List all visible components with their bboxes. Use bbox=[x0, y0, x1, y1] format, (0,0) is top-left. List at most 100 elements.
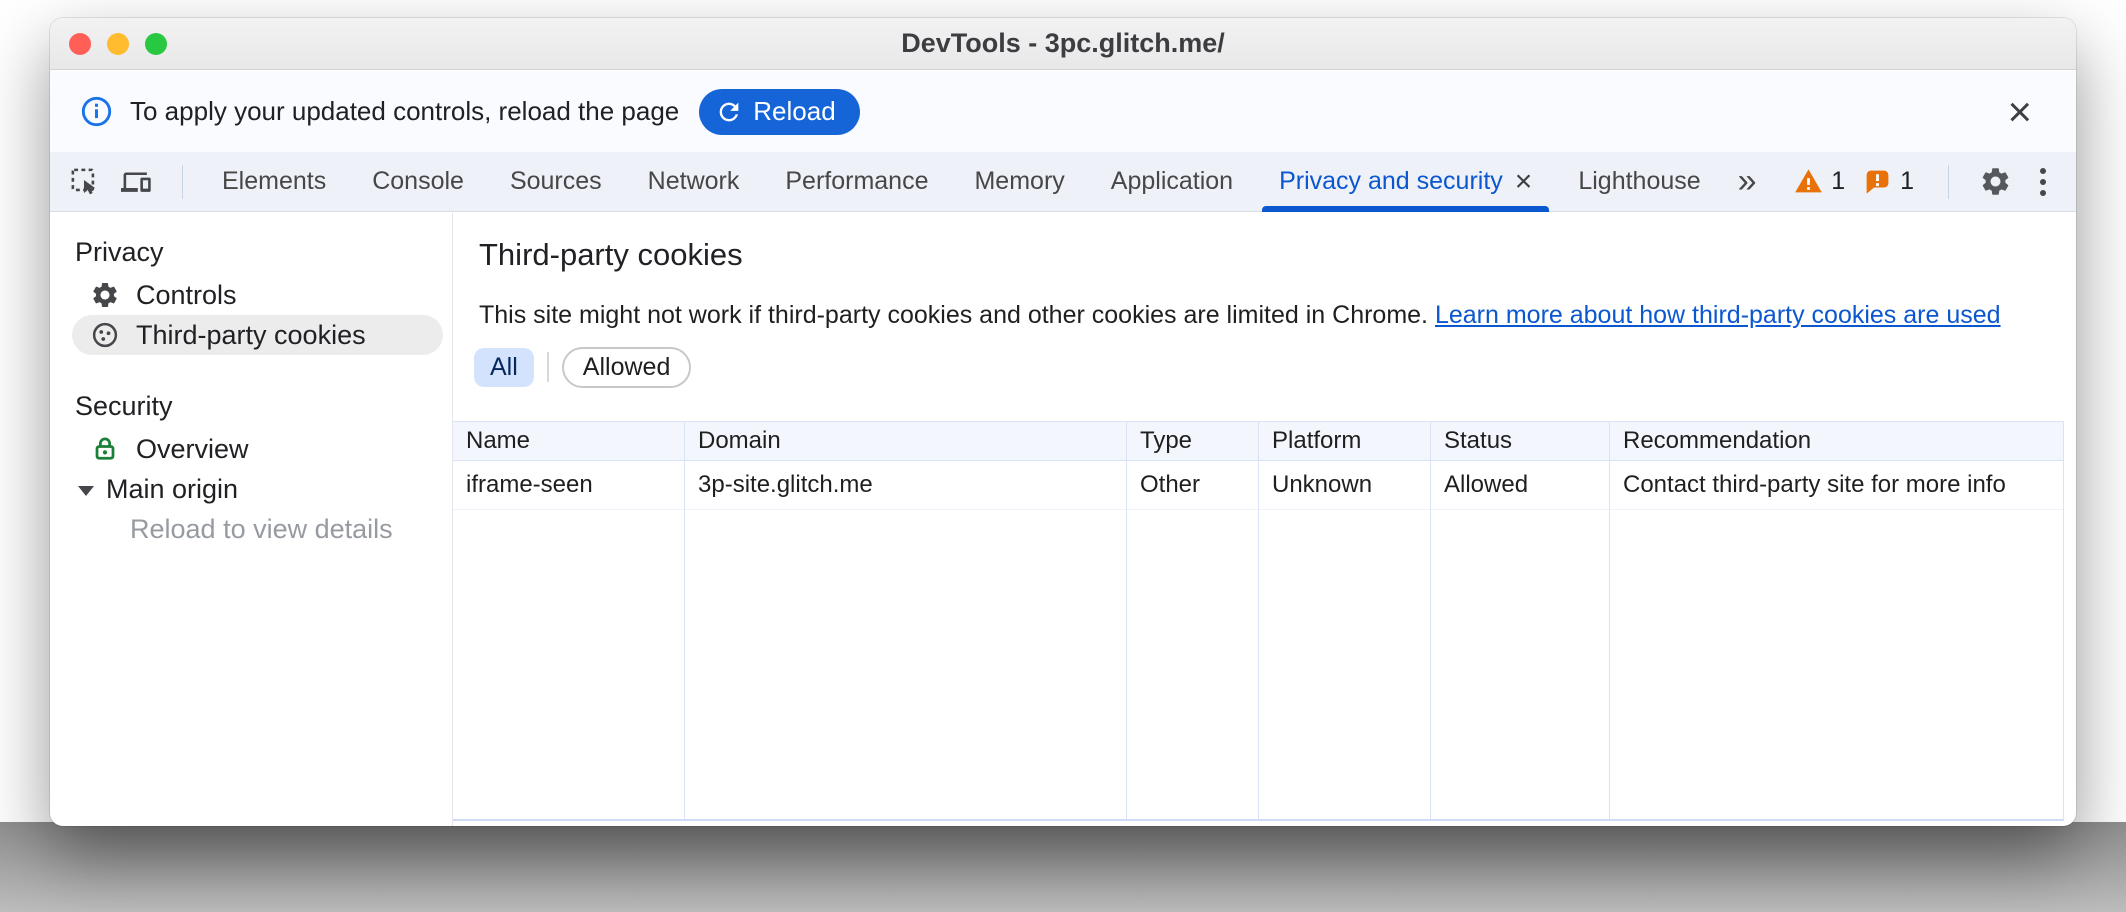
minimize-window-button[interactable] bbox=[107, 33, 129, 55]
tab-application[interactable]: Application bbox=[1088, 152, 1256, 211]
close-window-button[interactable] bbox=[69, 33, 91, 55]
dot-icon bbox=[2040, 168, 2046, 174]
tab-label: Privacy and security bbox=[1279, 167, 1503, 196]
reload-button[interactable]: Reload bbox=[699, 89, 859, 135]
window-title: DevTools - 3pc.glitch.me/ bbox=[50, 18, 2076, 69]
column-header-type[interactable]: Type bbox=[1127, 422, 1259, 461]
table-filler-cell bbox=[453, 510, 685, 819]
sidebar-item-label: Controls bbox=[136, 280, 237, 311]
table-filler-cell bbox=[1127, 510, 1259, 819]
table-filler-cell bbox=[1259, 510, 1431, 819]
tab-label: Network bbox=[648, 167, 740, 196]
page-description: This site might not work if third-party … bbox=[479, 301, 2001, 330]
warning-triangle-icon bbox=[1794, 167, 1823, 196]
panel-body: Privacy Controls Third-party cookies Sec… bbox=[50, 213, 2076, 826]
cell-type[interactable]: Other bbox=[1127, 461, 1259, 510]
sidebar-spacer bbox=[50, 355, 452, 391]
cell-recommendation[interactable]: Contact third-party site for more info bbox=[1610, 461, 2063, 510]
more-tabs-chevron-icon[interactable]: » bbox=[1724, 162, 1769, 201]
cell-name[interactable]: iframe-seen bbox=[453, 461, 685, 510]
column-header-platform[interactable]: Platform bbox=[1259, 422, 1431, 461]
more-options-button[interactable] bbox=[2026, 162, 2060, 202]
zoom-window-button[interactable] bbox=[145, 33, 167, 55]
issue-count: 1 bbox=[1900, 167, 1914, 196]
privacy-sidebar: Privacy Controls Third-party cookies Sec… bbox=[50, 213, 453, 826]
column-header-recommendation[interactable]: Recommendation bbox=[1610, 422, 2063, 461]
sidebar-item-controls[interactable]: Controls bbox=[72, 275, 443, 315]
issues-badge[interactable]: 1 bbox=[1863, 167, 1914, 196]
sidebar-heading-security: Security bbox=[75, 391, 452, 429]
status-filter-chips: All Allowed bbox=[474, 347, 691, 387]
warnings-badge[interactable]: 1 bbox=[1794, 167, 1845, 196]
toolbar-divider bbox=[1948, 165, 1949, 199]
tab-label: Performance bbox=[785, 167, 928, 196]
issues-icon bbox=[1863, 167, 1892, 196]
reload-button-label: Reload bbox=[753, 96, 835, 127]
sidebar-reload-hint: Reload to view details bbox=[130, 509, 452, 549]
active-tab-underline bbox=[1262, 206, 1549, 212]
cell-platform[interactable]: Unknown bbox=[1259, 461, 1431, 510]
devtools-toolbar: Elements Console Sources Network Perform… bbox=[50, 152, 2076, 212]
column-header-status[interactable]: Status bbox=[1431, 422, 1610, 461]
tab-label: Application bbox=[1111, 167, 1233, 196]
column-header-domain[interactable]: Domain bbox=[685, 422, 1127, 461]
tree-item-label: Main origin bbox=[106, 474, 238, 505]
gear-icon bbox=[90, 280, 120, 310]
dot-icon bbox=[2040, 190, 2046, 196]
tab-lighthouse[interactable]: Lighthouse bbox=[1555, 152, 1723, 211]
filter-chip-label: All bbox=[490, 353, 518, 382]
device-toolbar-icon bbox=[121, 166, 152, 197]
column-header-name[interactable]: Name bbox=[453, 422, 685, 461]
sidebar-tree-main-origin[interactable]: Main origin bbox=[50, 469, 452, 509]
tab-label: Lighthouse bbox=[1578, 167, 1700, 196]
tab-label: Memory bbox=[974, 167, 1064, 196]
tab-network[interactable]: Network bbox=[625, 152, 763, 211]
device-toolbar-button[interactable] bbox=[114, 160, 158, 204]
filter-chip-allowed[interactable]: Allowed bbox=[562, 347, 692, 388]
devtools-window: DevTools - 3pc.glitch.me/ To apply your … bbox=[50, 18, 2076, 826]
cookies-table: Name Domain Type Platform Status Recomme… bbox=[453, 421, 2064, 821]
inspect-element-button[interactable] bbox=[62, 160, 106, 204]
settings-button[interactable] bbox=[1979, 165, 2012, 198]
tab-label: Sources bbox=[510, 167, 602, 196]
desktop-background bbox=[0, 822, 2126, 912]
traffic-lights bbox=[69, 33, 167, 55]
tab-console[interactable]: Console bbox=[349, 152, 487, 211]
sidebar-item-third-party-cookies[interactable]: Third-party cookies bbox=[72, 315, 443, 355]
table-filler-cell bbox=[685, 510, 1127, 819]
learn-more-link[interactable]: Learn more about how third-party cookies… bbox=[1435, 301, 2001, 329]
reload-infobar: To apply your updated controls, reload t… bbox=[50, 71, 2076, 152]
third-party-cookies-panel: Third-party cookies This site might not … bbox=[453, 213, 2076, 826]
tab-sources[interactable]: Sources bbox=[487, 152, 625, 211]
table-filler-cell bbox=[1610, 510, 2063, 819]
tab-privacy-and-security[interactable]: Privacy and security × bbox=[1256, 152, 1555, 211]
chevron-down-icon bbox=[78, 486, 94, 496]
cookie-icon bbox=[90, 320, 120, 350]
tab-close-icon[interactable]: × bbox=[1515, 167, 1533, 197]
sidebar-item-overview[interactable]: Overview bbox=[72, 429, 443, 469]
dot-icon bbox=[2040, 179, 2046, 185]
inspect-cursor-icon bbox=[69, 166, 100, 197]
infobar-message: To apply your updated controls, reload t… bbox=[130, 96, 679, 127]
warning-count: 1 bbox=[1831, 167, 1845, 196]
info-icon bbox=[80, 95, 113, 128]
sidebar-item-label: Overview bbox=[136, 434, 249, 465]
toolbar-right-cluster: 1 1 bbox=[1794, 162, 2076, 202]
tab-label: Elements bbox=[222, 167, 326, 196]
tab-performance[interactable]: Performance bbox=[762, 152, 951, 211]
tab-elements[interactable]: Elements bbox=[199, 152, 349, 211]
tab-memory[interactable]: Memory bbox=[951, 152, 1087, 211]
cell-status[interactable]: Allowed bbox=[1431, 461, 1610, 510]
reload-icon bbox=[715, 98, 743, 126]
tab-label: Console bbox=[372, 167, 464, 196]
filter-chip-label: Allowed bbox=[583, 353, 671, 382]
lock-icon bbox=[90, 434, 120, 464]
sidebar-item-label: Third-party cookies bbox=[136, 320, 366, 351]
cell-domain[interactable]: 3p-site.glitch.me bbox=[685, 461, 1127, 510]
sidebar-heading-privacy: Privacy bbox=[75, 237, 452, 275]
chip-divider bbox=[547, 352, 549, 382]
filter-chip-all[interactable]: All bbox=[474, 348, 534, 387]
gear-icon bbox=[1979, 165, 2012, 198]
infobar-close-icon[interactable]: × bbox=[1993, 91, 2046, 133]
page-title: Third-party cookies bbox=[479, 237, 743, 273]
